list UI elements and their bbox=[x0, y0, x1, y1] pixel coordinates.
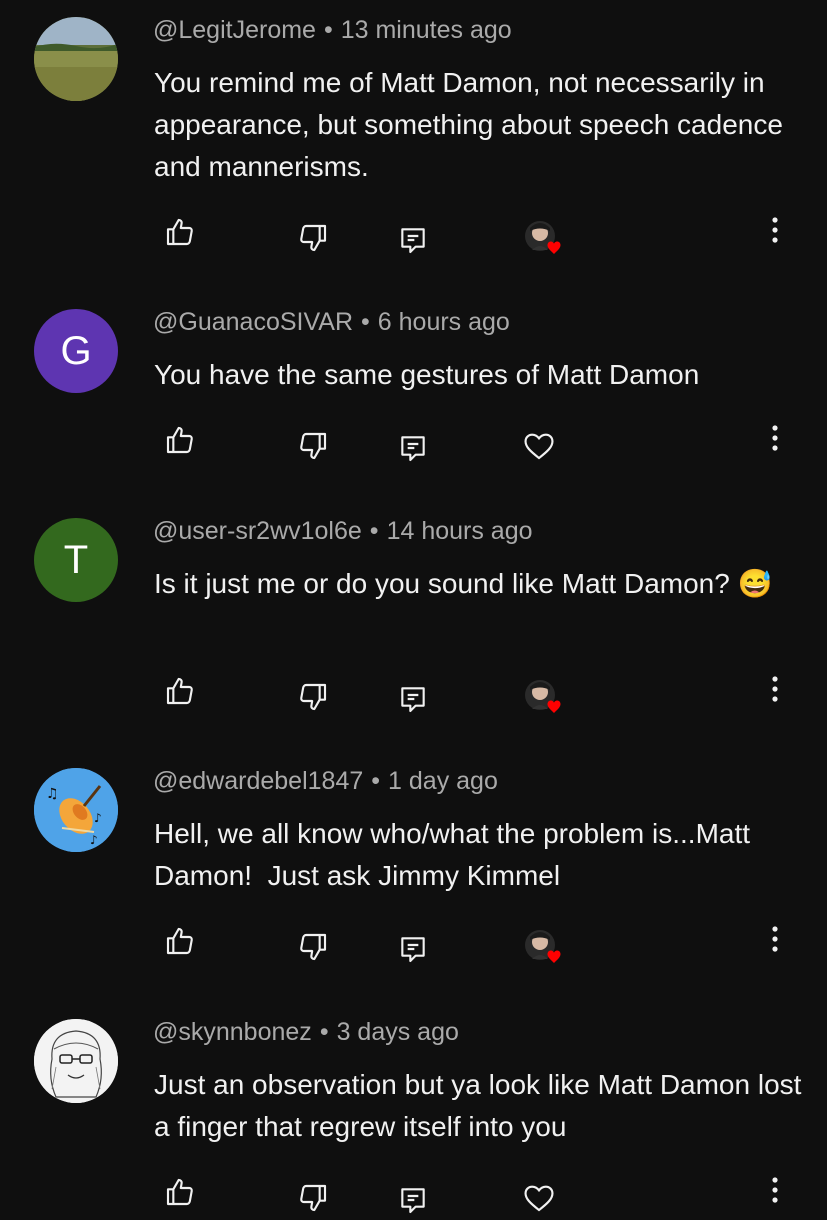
dislike-button[interactable] bbox=[293, 218, 333, 258]
comment-time[interactable]: 1 day ago bbox=[388, 767, 498, 795]
reply-icon bbox=[401, 228, 425, 254]
reply-button[interactable] bbox=[393, 929, 433, 969]
landscape-avatar-icon bbox=[34, 17, 118, 101]
comment-text: Is it just me or do you sound like Matt … bbox=[154, 568, 773, 599]
comment-text: You remind me of Matt Damon, not necessa… bbox=[154, 67, 783, 182]
comment-actions bbox=[0, 1170, 827, 1214]
thumbs-down-icon bbox=[300, 432, 327, 460]
more-options-button[interactable] bbox=[755, 418, 795, 458]
svg-text:♪: ♪ bbox=[90, 833, 98, 847]
svg-text:♪: ♪ bbox=[94, 811, 102, 825]
comment-item: G @GuanacoSIVAR • 6 hours ago You have the… bbox=[0, 292, 827, 500]
heart-button[interactable] bbox=[519, 1178, 559, 1218]
thumbs-down-icon bbox=[300, 1184, 327, 1212]
svg-text:♫: ♫ bbox=[46, 786, 59, 802]
creator-avatar-heart-icon bbox=[525, 680, 561, 713]
creator-avatar-heart-icon bbox=[525, 221, 561, 254]
comment-text: Hell, we all know who/what the problem i… bbox=[154, 818, 758, 891]
heart-outline-icon bbox=[524, 1185, 554, 1212]
comment-meta: @GuanacoSIVAR • 6 hours ago bbox=[153, 308, 510, 337]
creator-heart-badge[interactable] bbox=[520, 675, 561, 715]
comment-author[interactable]: @skynnbonez bbox=[153, 1018, 312, 1046]
more-vertical-icon bbox=[772, 425, 778, 451]
avatar[interactable] bbox=[34, 1019, 118, 1103]
thumbs-down-icon bbox=[300, 933, 327, 961]
like-button[interactable] bbox=[160, 671, 200, 711]
dislike-button[interactable] bbox=[293, 677, 333, 717]
reply-button[interactable] bbox=[393, 679, 433, 719]
comment-time[interactable]: 14 hours ago bbox=[387, 517, 533, 545]
more-options-button[interactable] bbox=[755, 1170, 795, 1210]
comment-item: @skynnbonez • 3 days ago Just an observati… bbox=[0, 1002, 827, 1214]
more-vertical-icon bbox=[772, 1177, 778, 1203]
comment-meta: @edwardebel1847 • 1 day ago bbox=[153, 767, 498, 796]
thumbs-down-icon bbox=[300, 683, 327, 711]
avatar[interactable] bbox=[34, 17, 118, 101]
comment-author[interactable]: @edwardebel1847 bbox=[153, 767, 363, 795]
comment-text: Just an observation but ya look like Mat… bbox=[154, 1069, 802, 1142]
heart-button[interactable] bbox=[519, 426, 559, 466]
like-button[interactable] bbox=[160, 1172, 200, 1212]
more-options-button[interactable] bbox=[755, 210, 795, 250]
like-button[interactable] bbox=[160, 212, 200, 252]
comment-meta: @user-sr2wv1ol6e • 14 hours ago bbox=[153, 517, 533, 546]
comment-text: You have the same gestures of Matt Damon bbox=[154, 359, 700, 390]
comment-time[interactable]: 3 days ago bbox=[337, 1018, 459, 1046]
comment-item: ♫ ♪ ♪ @edwardebel1847 • 1 day ago Hell, we… bbox=[0, 751, 827, 1001]
comment-author[interactable]: @GuanacoSIVAR bbox=[153, 308, 353, 336]
more-options-button[interactable] bbox=[755, 919, 795, 959]
reply-icon bbox=[401, 687, 425, 713]
comment-actions bbox=[0, 210, 827, 254]
sketch-portrait-avatar-icon bbox=[34, 1019, 118, 1103]
reply-button[interactable] bbox=[393, 220, 433, 260]
like-button[interactable] bbox=[160, 921, 200, 961]
thumbs-up-icon bbox=[166, 677, 193, 705]
more-options-button[interactable] bbox=[755, 669, 795, 709]
reply-button[interactable] bbox=[393, 1180, 433, 1220]
reply-button[interactable] bbox=[393, 428, 433, 468]
violin-avatar-icon: ♫ ♪ ♪ bbox=[34, 768, 118, 852]
creator-heart-badge[interactable] bbox=[520, 216, 561, 256]
avatar[interactable]: T bbox=[34, 518, 118, 602]
comment-author[interactable]: @LegitJerome bbox=[153, 16, 316, 44]
creator-heart-badge[interactable] bbox=[520, 925, 561, 965]
thumbs-up-icon bbox=[166, 218, 193, 246]
like-button[interactable] bbox=[160, 420, 200, 460]
comment-author[interactable]: @user-sr2wv1ol6e bbox=[153, 517, 362, 545]
meta-separator: • bbox=[371, 767, 381, 795]
dislike-button[interactable] bbox=[293, 927, 333, 967]
comment-actions bbox=[0, 919, 827, 963]
more-vertical-icon bbox=[772, 926, 778, 952]
heart-outline-icon bbox=[524, 433, 554, 460]
thumbs-down-icon bbox=[300, 224, 327, 252]
comment-meta: @skynnbonez • 3 days ago bbox=[153, 1018, 459, 1047]
thumbs-up-icon bbox=[166, 1178, 193, 1206]
avatar[interactable]: G bbox=[34, 309, 118, 393]
dislike-button[interactable] bbox=[293, 1178, 333, 1218]
meta-separator: • bbox=[369, 517, 379, 545]
avatar-letter: T bbox=[63, 537, 89, 582]
comment-actions bbox=[0, 669, 827, 713]
creator-avatar-heart-icon bbox=[525, 930, 561, 963]
more-vertical-icon bbox=[772, 217, 778, 243]
more-vertical-icon bbox=[772, 676, 778, 702]
dislike-button[interactable] bbox=[293, 426, 333, 466]
thumbs-up-icon bbox=[166, 927, 193, 955]
meta-separator: • bbox=[361, 308, 370, 336]
comment-time[interactable]: 13 minutes ago bbox=[341, 16, 512, 44]
reply-icon bbox=[401, 937, 425, 963]
comment-item: @LegitJerome • 13 minutes ago You remind m… bbox=[0, 0, 827, 290]
meta-separator: • bbox=[323, 16, 333, 44]
avatar[interactable]: ♫ ♪ ♪ bbox=[34, 768, 118, 852]
reply-icon bbox=[401, 436, 425, 462]
comment-item: T @user-sr2wv1ol6e • 14 hours ago Is it ju… bbox=[0, 501, 827, 751]
avatar-letter: G bbox=[60, 328, 92, 373]
meta-separator: • bbox=[319, 1018, 329, 1046]
comment-meta: @LegitJerome • 13 minutes ago bbox=[153, 16, 512, 45]
reply-icon bbox=[401, 1188, 425, 1214]
thumbs-up-icon bbox=[166, 426, 193, 454]
comment-time[interactable]: 6 hours ago bbox=[378, 308, 510, 336]
comment-actions bbox=[0, 418, 827, 462]
